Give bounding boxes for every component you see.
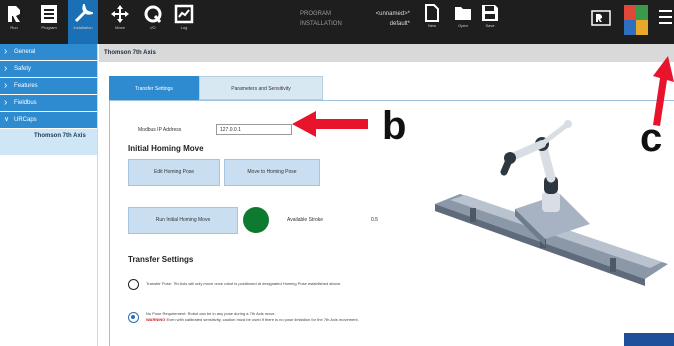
log-tab[interactable]: Log: [171, 4, 197, 38]
sidebar-item-urcaps[interactable]: URCaps: [0, 112, 97, 129]
program-name: <unnamed>*: [375, 11, 410, 17]
sidebar-item-label: General: [14, 49, 36, 55]
new-button[interactable]: New: [422, 4, 442, 38]
installation-icon: [74, 4, 93, 23]
io-label: I/O: [150, 25, 156, 30]
save-icon: [482, 5, 498, 21]
warning-label: WARNING: [146, 317, 166, 322]
open-folder-icon: [455, 7, 471, 20]
sidebar: General Safety Features Fieldbus URCaps …: [0, 44, 98, 346]
urcaps-icon: [624, 5, 648, 35]
sidebar-subitem-label: Thomson 7th Axis: [34, 133, 86, 139]
robot-7th-axis-image: [435, 120, 668, 286]
robot-status-icon: [591, 10, 611, 26]
sidebar-item-label: Fieldbus: [14, 100, 37, 106]
no-pose-requirement-text: No Pose Requirement: Robot can be in any…: [146, 311, 566, 323]
sidebar-item-safety[interactable]: Safety: [0, 61, 97, 78]
new-label: New: [427, 23, 436, 28]
sidebar-item-label: Features: [14, 83, 38, 89]
installation-label: Installation: [73, 25, 93, 30]
robot-status-button[interactable]: [590, 10, 612, 44]
top-toolbar: Run Program Installation Move I/O Log PR…: [0, 0, 674, 44]
new-file-icon: [425, 4, 439, 22]
tab-bar: Transfer Settings Parameters and Sensiti…: [109, 76, 323, 100]
move-arrows-icon: [111, 5, 129, 23]
io-icon: [144, 5, 162, 23]
log-chart-icon: [174, 4, 194, 24]
available-stroke-label: Available Stroke: [287, 217, 324, 223]
no-pose-line2: WARNING Even with calibrated sensitivity…: [146, 317, 566, 323]
sidebar-item-label: URCaps: [14, 117, 37, 123]
move-to-homing-pose-button[interactable]: Move to Homing Pose: [224, 159, 320, 186]
run-tab[interactable]: Run: [3, 4, 25, 38]
homing-status-indicator: [243, 207, 269, 233]
save-label: Save: [485, 23, 495, 28]
sidebar-item-fieldbus[interactable]: Fieldbus: [0, 95, 97, 112]
available-stroke-value: 0.5: [371, 217, 378, 223]
sidebar-item-features[interactable]: Features: [0, 78, 97, 95]
urcaps-button[interactable]: [624, 5, 648, 39]
ip-address-input[interactable]: [216, 124, 292, 135]
run-label: Run: [10, 25, 18, 30]
callout-b-arrow: [292, 111, 368, 137]
program-caption: PROGRAM: [300, 11, 332, 17]
program-label: Program: [41, 25, 57, 30]
open-label: Open: [458, 23, 468, 28]
hamburger-menu-icon[interactable]: [659, 10, 672, 24]
program-tab[interactable]: Program: [36, 4, 62, 38]
callout-c-label: c: [640, 116, 663, 160]
move-tab[interactable]: Move: [107, 4, 133, 38]
installation-tab[interactable]: Installation: [68, 0, 98, 44]
save-button[interactable]: Save: [479, 4, 501, 38]
sidebar-item-general[interactable]: General: [0, 44, 97, 61]
installation-name: default*: [389, 21, 410, 27]
callout-b-label: b: [382, 104, 407, 148]
sidebar-subitem-thomson[interactable]: Thomson 7th Axis: [0, 129, 97, 155]
tab-transfer-settings[interactable]: Transfer Settings: [109, 76, 199, 100]
no-pose-requirement-radio[interactable]: [128, 312, 139, 323]
move-label: Move: [115, 25, 125, 30]
run-initial-homing-button[interactable]: Run Initial Homing Move: [128, 207, 238, 234]
transfer-section-title: Transfer Settings: [128, 255, 194, 264]
transfer-pose-radio[interactable]: [128, 279, 139, 290]
main-content: Thomson 7th Axis Transfer Settings Param…: [99, 44, 674, 346]
tab-parameters-sensitivity[interactable]: Parameters and Sensitivity: [199, 76, 323, 100]
brand-logo: [624, 333, 674, 346]
page-title: Thomson 7th Axis: [99, 44, 674, 62]
sidebar-item-label: Safety: [14, 66, 32, 72]
open-button[interactable]: Open: [452, 4, 474, 38]
warning-text: Even with calibrated sensitivity, cautio…: [165, 317, 359, 322]
program-list-icon: [41, 5, 57, 23]
robot-logo-icon: [8, 6, 20, 22]
homing-section-title: Initial Homing Move: [128, 144, 204, 153]
io-tab[interactable]: I/O: [140, 4, 166, 38]
edit-homing-pose-button[interactable]: Edit Homing Pose: [128, 159, 220, 186]
log-label: Log: [180, 25, 188, 30]
program-installation-info: PROGRAM <unnamed>* INSTALLATION default*: [300, 9, 410, 29]
installation-caption: INSTALLATION: [300, 21, 342, 27]
ip-address-label: Modbus IP Address: [138, 127, 182, 133]
